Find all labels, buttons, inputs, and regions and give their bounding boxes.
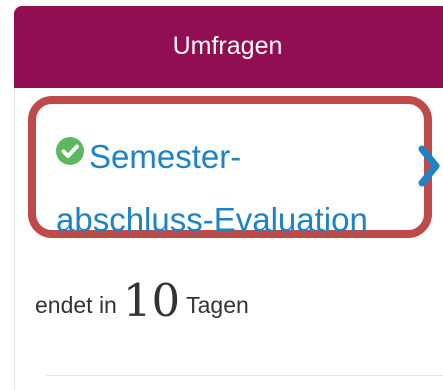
survey-link-card[interactable]: Semester- abschluss-Evaluation bbox=[28, 96, 440, 238]
survey-title-line-2: abschluss-Evaluation bbox=[56, 201, 368, 238]
content-divider bbox=[46, 375, 443, 376]
survey-title[interactable]: Semester- abschluss-Evaluation bbox=[56, 125, 409, 251]
widget-content: Semester- abschluss-Evaluation endet in … bbox=[14, 88, 443, 390]
survey-title-line-1: Semester- bbox=[89, 138, 242, 175]
widget-left-margin bbox=[0, 0, 14, 390]
check-circle-icon bbox=[56, 137, 84, 165]
chevron-right-icon[interactable] bbox=[418, 144, 441, 188]
survey-deadline: endet in 10 Tagen bbox=[35, 271, 249, 327]
deadline-prefix: endet in bbox=[35, 292, 117, 318]
widget-title: Umfragen bbox=[172, 31, 283, 60]
deadline-suffix: Tagen bbox=[186, 292, 249, 318]
survey-widget: Umfragen Semester- abschluss-Evaluation … bbox=[0, 0, 443, 390]
deadline-days-number: 10 bbox=[122, 274, 181, 327]
widget-header: Umfragen bbox=[14, 6, 443, 88]
